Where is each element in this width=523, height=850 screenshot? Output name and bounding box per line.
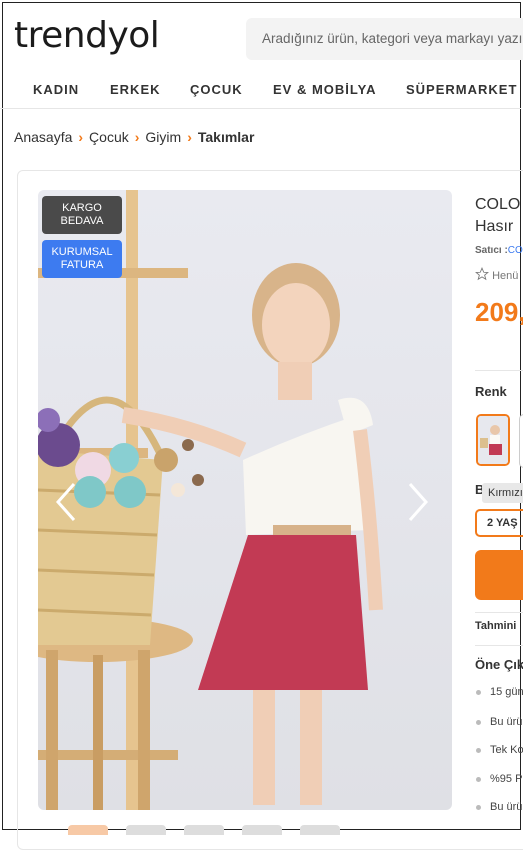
rating-row[interactable]: Henü (475, 267, 518, 282)
breadcrumb-takimlar[interactable]: Takımlar (198, 129, 255, 145)
product-brand[interactable]: COLO (475, 196, 520, 214)
seller-link[interactable]: CO (508, 245, 523, 256)
prev-image-button[interactable] (52, 480, 82, 524)
highlight-text: %95 P (490, 773, 523, 785)
color-swatch[interactable] (519, 414, 523, 468)
corporate-invoice-badge: KURUMSAL FATURA (42, 240, 122, 278)
breadcrumb: Anasayfa › Çocuk › Giyim › Takımlar (14, 129, 254, 145)
rating-text: Henü (492, 270, 519, 282)
highlight-text: Bu ürü (490, 716, 523, 728)
chevron-right-icon: › (78, 129, 84, 145)
color-swatch-selected[interactable] (476, 414, 510, 466)
thumbnail[interactable] (242, 825, 282, 835)
chevron-left-icon (55, 483, 76, 521)
nav-item-cocuk[interactable]: ÇOCUK (190, 82, 243, 97)
nav-item-supermarket[interactable]: SÜPERMARKET (406, 82, 517, 97)
thumbnail[interactable] (126, 825, 166, 835)
badge-line: BEDAVA (60, 215, 104, 227)
bullet-icon (476, 719, 481, 725)
category-nav: KADIN ERKEK ÇOCUK EV & MOBİLYA SÜPERMARK… (0, 78, 521, 102)
breadcrumb-anasayfa[interactable]: Anasayfa (14, 129, 72, 145)
divider (475, 645, 523, 646)
badge-line: FATURA (60, 259, 104, 271)
bullet-icon (476, 804, 481, 810)
nav-item-ev-mobilya[interactable]: EV & MOBİLYA (273, 82, 377, 97)
free-shipping-badge: KARGO BEDAVA (42, 196, 122, 234)
chevron-right-icon: › (187, 129, 192, 145)
product-name: Hasır (475, 218, 514, 235)
trendyol-logo[interactable]: trendyol (14, 18, 160, 54)
highlights-title: Öne Çık (475, 657, 523, 672)
highlight-item: 15 gün (476, 686, 523, 698)
thumbnail[interactable] (184, 825, 224, 835)
breadcrumb-giyim[interactable]: Giyim (145, 129, 181, 145)
color-tooltip: Kırmızı (482, 483, 523, 503)
highlight-item: Bu ürü (476, 801, 522, 813)
chevron-right-icon: › (134, 129, 140, 145)
divider (475, 612, 523, 613)
add-to-cart-button[interactable] (475, 550, 523, 600)
breadcrumb-cocuk[interactable]: Çocuk (89, 129, 129, 145)
divider (475, 370, 523, 371)
nav-item-erkek[interactable]: ERKEK (110, 82, 161, 97)
nav-item-kadin[interactable]: KADIN (33, 82, 79, 97)
estimated-delivery: Tahmini (475, 620, 517, 632)
highlight-item: Tek Ko (476, 744, 523, 756)
bullet-icon (476, 776, 481, 782)
highlight-item: Bu ürü (476, 716, 522, 728)
color-label: Renk (475, 384, 507, 399)
badge-line: KARGO (62, 202, 102, 214)
product-photo (38, 190, 383, 810)
header-divider (0, 108, 521, 109)
thumbnail[interactable] (300, 825, 340, 835)
highlight-text: 15 gün (490, 686, 523, 698)
product-image[interactable]: KARGO BEDAVA KURUMSAL FATURA (38, 190, 452, 810)
product-price: 209, (475, 297, 523, 327)
bullet-icon (476, 747, 481, 753)
star-icon (475, 267, 489, 281)
highlight-text: Tek Ko (490, 744, 523, 756)
badge-line: KURUMSAL (51, 246, 113, 258)
size-option-selected[interactable]: 2 YAŞ (475, 509, 523, 537)
seller-info: Satıcı :CO (475, 245, 523, 256)
seller-label: Satıcı : (475, 245, 508, 256)
search-input[interactable]: Aradığınız ürün, kategori veya markayı y… (246, 18, 523, 60)
swatch-thumbnail (478, 416, 508, 464)
thumbnail-selected[interactable] (68, 825, 108, 835)
next-image-button[interactable] (402, 480, 432, 524)
highlight-item: %95 P (476, 773, 522, 785)
search-placeholder: Aradığınız ürün, kategori veya markayı y… (262, 31, 523, 46)
bullet-icon (476, 689, 481, 695)
highlight-text: Bu ürü (490, 801, 523, 813)
chevron-right-icon (408, 483, 429, 521)
